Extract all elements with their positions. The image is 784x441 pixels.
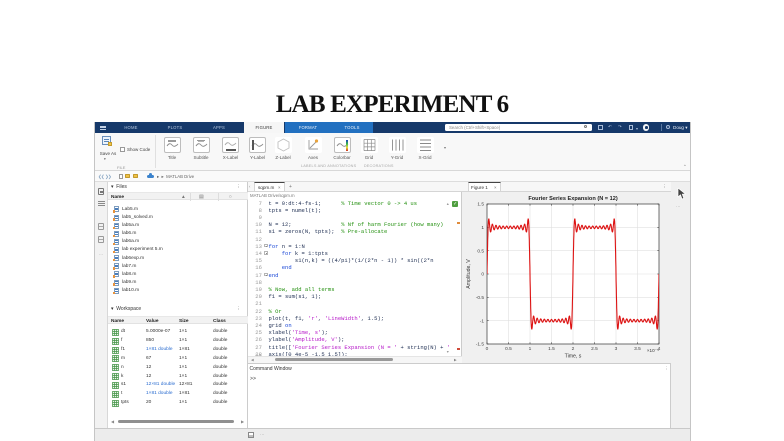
svg-text:3: 3	[615, 346, 618, 352]
svg-text:1.5: 1.5	[477, 202, 484, 208]
svg-text:-0.5: -0.5	[476, 295, 485, 301]
svg-text:2.5: 2.5	[591, 346, 598, 352]
svg-text:1.5: 1.5	[548, 346, 555, 352]
svg-text:-1: -1	[480, 318, 485, 324]
svg-text:1: 1	[481, 225, 484, 231]
svg-text:0: 0	[481, 272, 484, 278]
svg-text:-1.5: -1.5	[476, 342, 485, 348]
svg-text:×10⁻⁵: ×10⁻⁵	[647, 348, 659, 353]
svg-text:Time, s: Time, s	[565, 354, 582, 360]
svg-text:2: 2	[572, 346, 575, 352]
svg-text:Fourier Series Expansion (N =: Fourier Series Expansion (N = 12)	[528, 196, 618, 202]
svg-text:0: 0	[486, 346, 489, 352]
svg-text:Amplitude, V: Amplitude, V	[466, 259, 472, 289]
svg-text:3.5: 3.5	[634, 346, 641, 352]
svg-text:0.5: 0.5	[477, 248, 484, 254]
svg-text:0.5: 0.5	[505, 346, 512, 352]
svg-text:1: 1	[529, 346, 532, 352]
